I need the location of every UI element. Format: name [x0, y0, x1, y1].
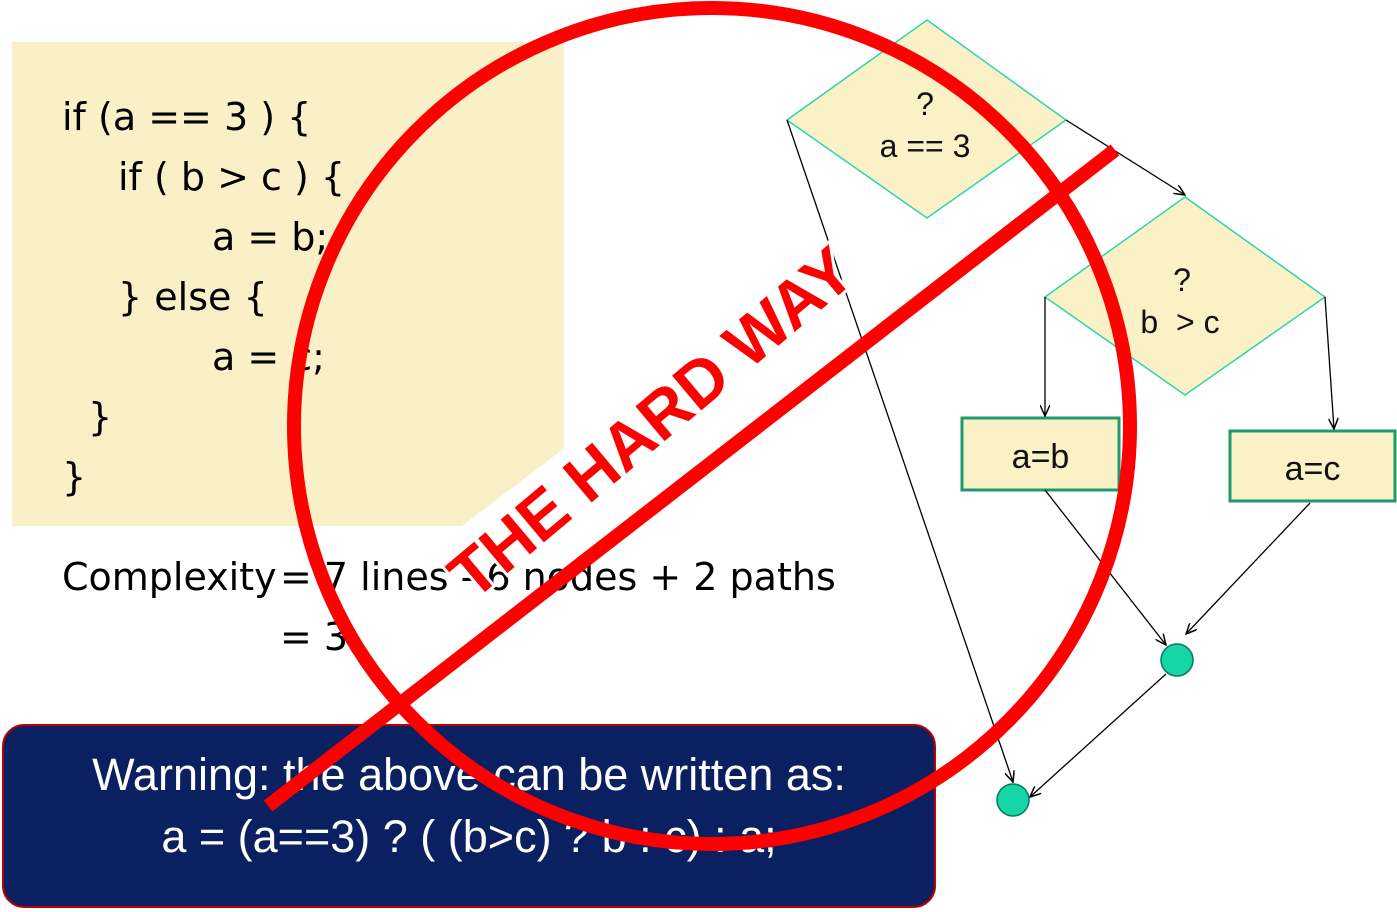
warning-line-2: a = (a==3) ? ( (b>c) ? b : c) : a; — [161, 811, 777, 862]
edge-action1-to-merge — [1044, 489, 1166, 645]
decision1-condition: a == 3 — [879, 128, 971, 164]
warning-box: Warning: the above can be written as: a … — [2, 724, 936, 908]
decision1-mark: ? — [916, 86, 934, 122]
action1-label: a=b — [1011, 438, 1070, 476]
decision2-mark: ? — [1173, 262, 1191, 298]
edge-d2-to-action2 — [1324, 296, 1334, 429]
decision2-condition: b > c — [1140, 304, 1220, 340]
warning-line-1: Warning: the above can be written as: — [92, 749, 846, 800]
edge-merge-to-merge — [1030, 673, 1167, 797]
edge-d1-to-d2 — [1065, 119, 1185, 195]
merge-node-outer — [996, 783, 1030, 817]
edge-action2-to-merge — [1186, 502, 1311, 634]
merge-node-inner — [1160, 643, 1194, 677]
action2-label: a=c — [1284, 450, 1341, 488]
